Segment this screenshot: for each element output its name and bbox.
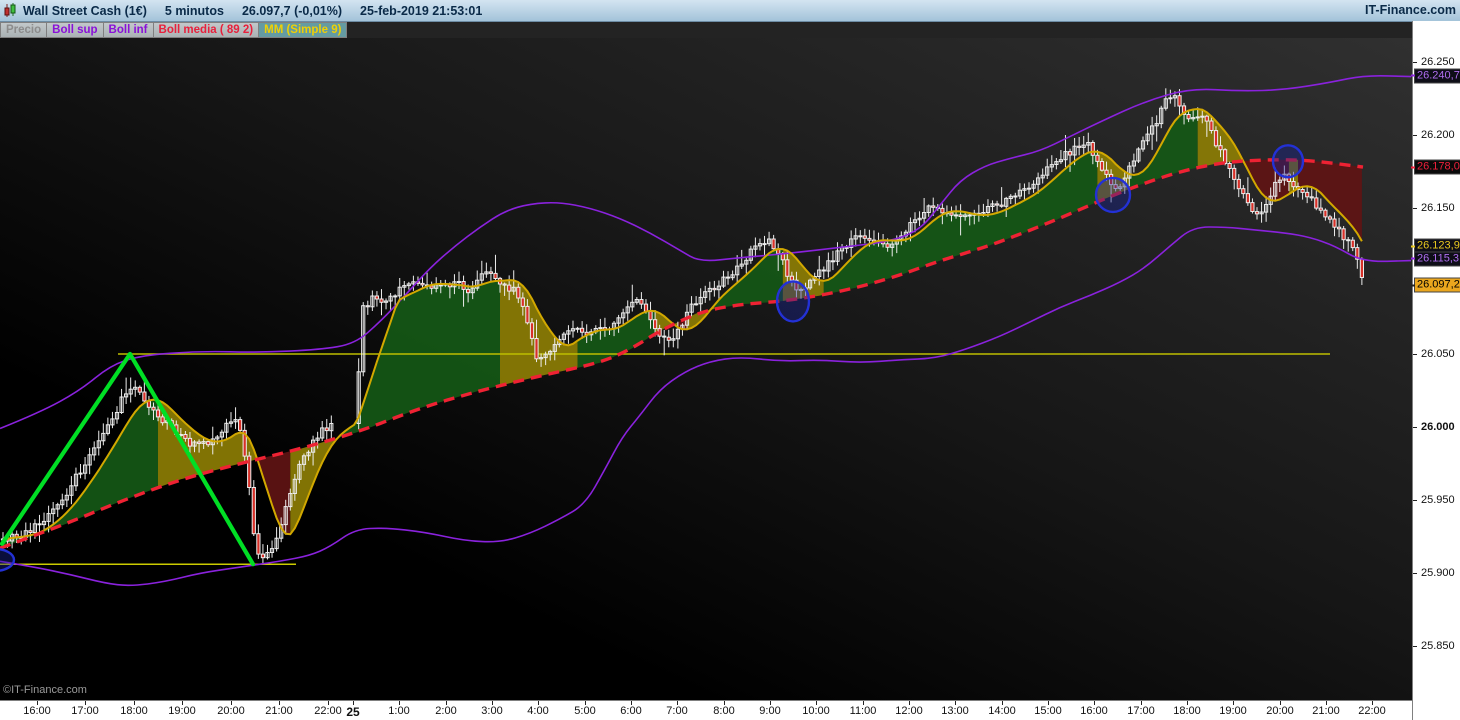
legend-item-mm-simple-9[interactable]: MM (Simple 9) — [259, 22, 347, 38]
y-tick-mark — [1413, 208, 1417, 209]
last-price-label: 26.097,2 — [1414, 278, 1460, 293]
y-tick-label-25.850: 25.850 — [1421, 640, 1455, 652]
time-axis[interactable]: 16:00 17:00 18:00 19:00 20:00 21:00 22:00 25 1:0… — [0, 700, 1412, 720]
x-tick-label-8:00: 8:00 — [713, 705, 734, 717]
ellipse-annotation[interactable] — [777, 281, 809, 321]
x-tick-label-17:00: 17:00 — [71, 705, 99, 717]
price-flag-tick — [1411, 284, 1415, 286]
y-tick-label-26.000: 26.000 — [1421, 421, 1455, 433]
price-flag-tick — [1411, 258, 1415, 260]
boll-inf-price-label: 26.115,3 — [1414, 251, 1460, 266]
x-tick-label-16:00: 16:00 — [1080, 705, 1108, 717]
chart-plot-area[interactable]: ©IT-Finance.com — [0, 38, 1412, 700]
x-tick-label-16:00: 16:00 — [23, 705, 51, 717]
x-tick-label-11:00: 11:00 — [850, 705, 877, 717]
y-tick-label-26.250: 26.250 — [1421, 56, 1455, 68]
price-chart[interactable] — [0, 38, 1412, 700]
x-tick-label-25: 25 — [346, 705, 359, 719]
watermark: ©IT-Finance.com — [3, 684, 87, 696]
x-tick-label-21:00: 21:00 — [1312, 705, 1340, 717]
x-tick-label-13:00: 13:00 — [941, 705, 969, 717]
y-tick-mark — [1413, 135, 1417, 136]
y-tick-label-26.200: 26.200 — [1421, 129, 1455, 141]
title-bar: Wall Street Cash (1€) 5 minutos 26.097,7… — [0, 0, 1460, 22]
y-tick-label-26.050: 26.050 — [1421, 348, 1455, 360]
x-tick-label-4:00: 4:00 — [527, 705, 548, 717]
x-tick-label-20:00: 20:00 — [217, 705, 245, 717]
x-tick-label-2:00: 2:00 — [435, 705, 456, 717]
x-tick-label-20:00: 20:00 — [1266, 705, 1294, 717]
ellipse-annotation[interactable] — [1273, 145, 1303, 177]
y-tick-label-25.900: 25.900 — [1421, 567, 1455, 579]
x-tick-label-9:00: 9:00 — [759, 705, 780, 717]
ellipse-annotation[interactable] — [0, 549, 14, 571]
price-flag-tick — [1411, 245, 1415, 247]
x-tick-label-14:00: 14:00 — [988, 705, 1016, 717]
x-tick-label-21:00: 21:00 — [265, 705, 293, 717]
x-tick-label-12:00: 12:00 — [895, 705, 923, 717]
y-tick-label-25.950: 25.950 — [1421, 494, 1455, 506]
legend-item-boll-sup[interactable]: Boll sup — [47, 22, 103, 38]
legend-item-boll-media-89-2[interactable]: Boll media ( 89 2) — [154, 22, 260, 38]
datetime-label: 25-feb-2019 21:53:01 — [360, 4, 482, 18]
x-tick-label-5:00: 5:00 — [574, 705, 595, 717]
candlestick-chart-icon — [4, 3, 17, 18]
y-tick-label-26.150: 26.150 — [1421, 202, 1455, 214]
x-tick-label-19:00: 19:00 — [1219, 705, 1247, 717]
x-tick-label-15:00: 15:00 — [1034, 705, 1062, 717]
boll-inf-line — [0, 227, 1411, 585]
brand-logo: IT-Finance.com — [1365, 0, 1456, 21]
ellipse-annotations-layer — [0, 145, 1303, 571]
price-flag-tick — [1411, 75, 1415, 77]
y-tick-mark — [1413, 500, 1417, 501]
instrument-name: Wall Street Cash (1€) — [23, 4, 147, 18]
x-tick-label-22:00: 22:00 — [314, 705, 342, 717]
x-tick-label-3:00: 3:00 — [481, 705, 502, 717]
y-tick-mark — [1413, 354, 1417, 355]
price-flag-tick — [1411, 166, 1415, 168]
last-quote: 26.097,7 (-0,01%) — [242, 4, 342, 18]
y-tick-mark — [1413, 427, 1417, 428]
y-tick-mark — [1413, 62, 1417, 63]
x-tick-label-7:00: 7:00 — [666, 705, 687, 717]
price-axis[interactable]: 26.250 26.200 26.150 26.050 26.000 25.950 25.9… — [1412, 21, 1460, 720]
x-tick-label-19:00: 19:00 — [168, 705, 196, 717]
x-tick-label-1:00: 1:00 — [388, 705, 409, 717]
y-tick-mark — [1413, 646, 1417, 647]
indicator-legend-bar: PrecioBoll supBoll infBoll media ( 89 2)… — [0, 22, 1412, 38]
y-tick-mark — [1413, 573, 1417, 574]
legend-item-precio[interactable]: Precio — [0, 22, 47, 38]
x-tick-label-10:00: 10:00 — [802, 705, 830, 717]
boll-media-price-label: 26.178,0 — [1414, 160, 1460, 175]
x-tick-label-18:00: 18:00 — [1173, 705, 1201, 717]
x-tick-label-6:00: 6:00 — [620, 705, 641, 717]
x-tick-label-22:00: 22:00 — [1358, 705, 1386, 717]
boll-sup-price-label: 26.240,7 — [1414, 68, 1460, 83]
legend-item-boll-inf[interactable]: Boll inf — [104, 22, 154, 38]
ellipse-annotation[interactable] — [1096, 178, 1130, 212]
x-tick-label-17:00: 17:00 — [1127, 705, 1155, 717]
timeframe-label: 5 minutos — [165, 4, 224, 18]
x-tick-label-18:00: 18:00 — [120, 705, 148, 717]
trading-platform-window: Wall Street Cash (1€) 5 minutos 26.097,7… — [0, 0, 1460, 720]
